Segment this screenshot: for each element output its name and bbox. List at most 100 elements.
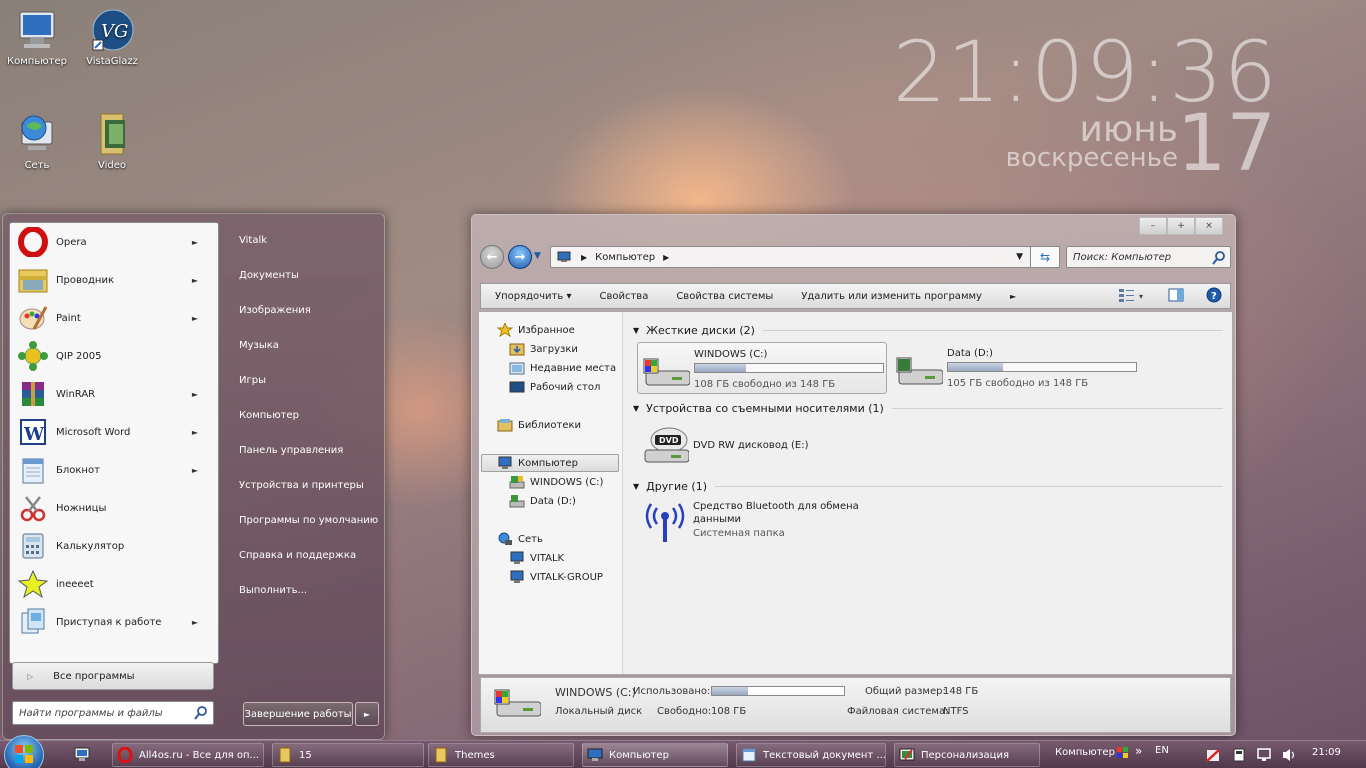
- start-item-label: WinRAR: [56, 388, 96, 400]
- explorer-search-input[interactable]: Поиск: Компьютер: [1066, 246, 1231, 268]
- start-item-paint[interactable]: Paint ►: [10, 299, 218, 337]
- properties-button[interactable]: Свойства: [585, 291, 662, 302]
- start-place-pictures[interactable]: Изображения: [239, 304, 379, 339]
- nav-network[interactable]: Сеть: [497, 530, 543, 548]
- submenu-arrow-icon[interactable]: ►: [192, 390, 198, 399]
- start-place-default-programs[interactable]: Программы по умолчанию: [239, 514, 379, 549]
- start-place-computer[interactable]: Компьютер: [239, 409, 379, 444]
- minimize-button[interactable]: –: [1139, 217, 1167, 235]
- start-button[interactable]: [4, 735, 44, 768]
- network-tray-icon[interactable]: [1116, 746, 1130, 765]
- group-header-hard-drives[interactable]: ▼ Жесткие диски (2): [633, 324, 1223, 337]
- nav-computer[interactable]: Компьютер: [497, 454, 578, 472]
- desktop-icon-computer[interactable]: Компьютер: [2, 8, 72, 67]
- collapse-chevron-icon[interactable]: ▼: [633, 326, 639, 335]
- start-place-devices[interactable]: Устройства и принтеры: [239, 479, 379, 514]
- start-place-run[interactable]: Выполнить...: [239, 584, 379, 619]
- preview-pane-icon[interactable]: [1168, 288, 1184, 305]
- submenu-arrow-icon[interactable]: ►: [192, 314, 198, 323]
- shutdown-button[interactable]: Завершение работы: [243, 702, 353, 726]
- taskbar-item-personalization[interactable]: Персонализация: [894, 743, 1040, 767]
- start-item-opera[interactable]: Opera ►: [10, 223, 218, 261]
- start-item-getting-started[interactable]: Приступая к работе ►: [10, 603, 218, 641]
- drive-item-dvd[interactable]: DVD DVD RW дисковод (E:): [637, 418, 887, 470]
- start-place-music[interactable]: Музыка: [239, 339, 379, 374]
- uninstall-program-button[interactable]: Удалить или изменить программу: [787, 291, 996, 302]
- forward-button[interactable]: →: [508, 245, 532, 269]
- search-icon[interactable]: [1212, 251, 1226, 268]
- collapse-chevron-icon[interactable]: ▼: [633, 404, 639, 413]
- system-properties-button[interactable]: Свойства системы: [662, 291, 787, 302]
- more-commands-button[interactable]: ►: [996, 292, 1030, 301]
- nav-recent-places[interactable]: Недавние места: [509, 359, 616, 377]
- back-button[interactable]: ←: [480, 245, 504, 269]
- bluetooth-item[interactable]: Средство Bluetooth для обмена данными Си…: [637, 496, 887, 548]
- start-item-scissors[interactable]: Ножницы: [10, 489, 218, 527]
- start-item-ineeeet[interactable]: ineeeet: [10, 565, 218, 603]
- breadcrumb-separator-icon[interactable]: ▶: [581, 253, 587, 262]
- nav-favorites[interactable]: Избранное: [496, 321, 575, 339]
- shutdown-options-button[interactable]: ►: [355, 702, 379, 726]
- address-dropdown-icon[interactable]: ▼: [1016, 252, 1023, 262]
- search-icon[interactable]: [194, 706, 208, 723]
- volume-icon[interactable]: [1281, 747, 1297, 766]
- submenu-arrow-icon[interactable]: ►: [192, 276, 198, 285]
- nav-libraries[interactable]: Библиотеки: [497, 416, 581, 434]
- all-programs-button[interactable]: ▷ Все программы: [12, 662, 214, 690]
- close-button[interactable]: ×: [1195, 217, 1223, 235]
- toolbar-overflow-chevron[interactable]: »: [1135, 744, 1142, 758]
- group-header-removable[interactable]: ▼ Устройства со съемными носителями (1): [633, 402, 1223, 415]
- breadcrumb-computer[interactable]: Компьютер: [595, 252, 655, 263]
- submenu-arrow-icon[interactable]: ►: [192, 428, 198, 437]
- security-tray-icon[interactable]: [1206, 747, 1220, 766]
- group-divider: [891, 408, 1223, 409]
- taskbar-clock[interactable]: 21:09: [1312, 747, 1341, 758]
- collapse-chevron-icon[interactable]: ▼: [633, 482, 639, 491]
- start-place-games[interactable]: Игры: [239, 374, 379, 409]
- taskbar-item-folder-15[interactable]: 15: [272, 743, 424, 767]
- device-tray-icon[interactable]: [1232, 747, 1246, 766]
- desktop-icon-video[interactable]: Video: [77, 112, 147, 171]
- drive-item-c[interactable]: WINDOWS (C:) 108 ГБ свободно из 148 ГБ: [637, 342, 887, 394]
- nav-downloads[interactable]: Загрузки: [509, 340, 578, 358]
- start-item-word[interactable]: W Microsoft Word ►: [10, 413, 218, 451]
- start-item-winrar[interactable]: WinRAR ►: [10, 375, 218, 413]
- start-place-control-panel[interactable]: Панель управления: [239, 444, 379, 479]
- language-indicator[interactable]: EN: [1155, 745, 1169, 756]
- taskbar-toolbar-computer[interactable]: Компьютер: [1055, 747, 1115, 758]
- start-place-user[interactable]: Vitalk: [239, 234, 379, 269]
- nav-drive-d[interactable]: Data (D:): [509, 492, 576, 510]
- submenu-arrow-icon[interactable]: ►: [192, 238, 198, 247]
- maximize-button[interactable]: +: [1167, 217, 1195, 235]
- nav-network-vitalk[interactable]: VITALK: [509, 549, 564, 567]
- show-desktop-quick-icon[interactable]: [74, 747, 92, 766]
- drive-item-d[interactable]: Data (D:) 105 ГБ свободно из 148 ГБ: [891, 342, 1141, 394]
- refresh-button[interactable]: ⇆: [1030, 246, 1060, 268]
- start-item-qip[interactable]: QIP 2005: [10, 337, 218, 375]
- start-search-input[interactable]: Найти программы и файлы: [12, 701, 214, 725]
- start-item-notepad[interactable]: Блокнот ►: [10, 451, 218, 489]
- desktop-icon-network[interactable]: Сеть: [2, 112, 72, 171]
- taskbar-item-text-document[interactable]: Текстовый документ ...: [736, 743, 886, 767]
- taskbar-item-computer[interactable]: Компьютер: [582, 743, 728, 767]
- start-item-calculator[interactable]: Калькулятор: [10, 527, 218, 565]
- help-icon[interactable]: ?: [1206, 287, 1222, 306]
- start-item-explorer[interactable]: Проводник ►: [10, 261, 218, 299]
- start-place-documents[interactable]: Документы: [239, 269, 379, 304]
- address-bar[interactable]: ▶ Компьютер ▶ ▼: [550, 246, 1060, 268]
- submenu-arrow-icon[interactable]: ►: [192, 466, 198, 475]
- taskbar-item-opera[interactable]: All4os.ru - Все для оп...: [112, 743, 264, 767]
- nav-drive-c[interactable]: WINDOWS (C:): [509, 473, 603, 491]
- submenu-arrow-icon[interactable]: ►: [192, 618, 198, 627]
- view-options-icon[interactable]: ▾: [1118, 288, 1146, 305]
- breadcrumb-separator-icon[interactable]: ▶: [663, 253, 669, 262]
- desktop-icon-vistaglazz[interactable]: VG VistaGlazz: [77, 8, 147, 67]
- start-place-help[interactable]: Справка и поддержка: [239, 549, 379, 584]
- organize-button[interactable]: Упорядочить ▾: [481, 291, 585, 302]
- network-status-icon[interactable]: [1256, 747, 1272, 766]
- nav-desktop[interactable]: Рабочий стол: [509, 378, 600, 396]
- nav-network-vitalk-group[interactable]: VITALK-GROUP: [509, 568, 603, 586]
- taskbar-item-themes[interactable]: Themes: [428, 743, 574, 767]
- recent-pages-dropdown-icon[interactable]: ▼: [534, 251, 541, 261]
- group-header-other[interactable]: ▼ Другие (1): [633, 480, 1223, 493]
